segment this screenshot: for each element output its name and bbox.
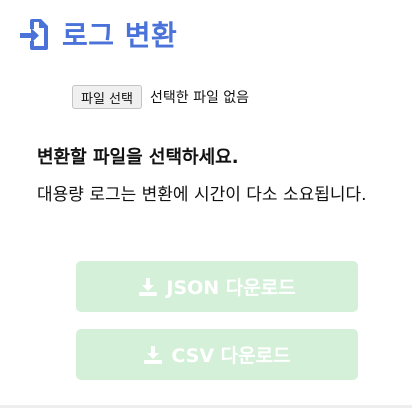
choose-file-button[interactable]: 파일 선택 [72, 85, 142, 109]
page: 로그 변환 파일 선택 선택한 파일 없음 변환할 파일을 선택하세요. 대용량… [0, 0, 412, 408]
page-header: 로그 변환 [20, 12, 177, 56]
page-title: 로그 변환 [62, 19, 178, 52]
processing-note: 대용량 로그는 변환에 시간이 다소 소요됩니다. [37, 185, 367, 205]
instruction-text: 변환할 파일을 선택하세요. [37, 147, 239, 168]
download-json-button[interactable]: JSON 다운로드 [76, 261, 358, 312]
file-picker: 파일 선택 선택한 파일 없음 [72, 85, 249, 109]
download-csv-button[interactable]: CSV 다운로드 [76, 329, 358, 380]
download-json-label: JSON 다운로드 [166, 277, 296, 299]
file-import-icon [20, 19, 48, 50]
download-icon [139, 277, 158, 296]
download-icon [144, 345, 163, 364]
file-status-text: 선택한 파일 없음 [149, 90, 250, 106]
download-csv-label: CSV 다운로드 [171, 345, 291, 367]
